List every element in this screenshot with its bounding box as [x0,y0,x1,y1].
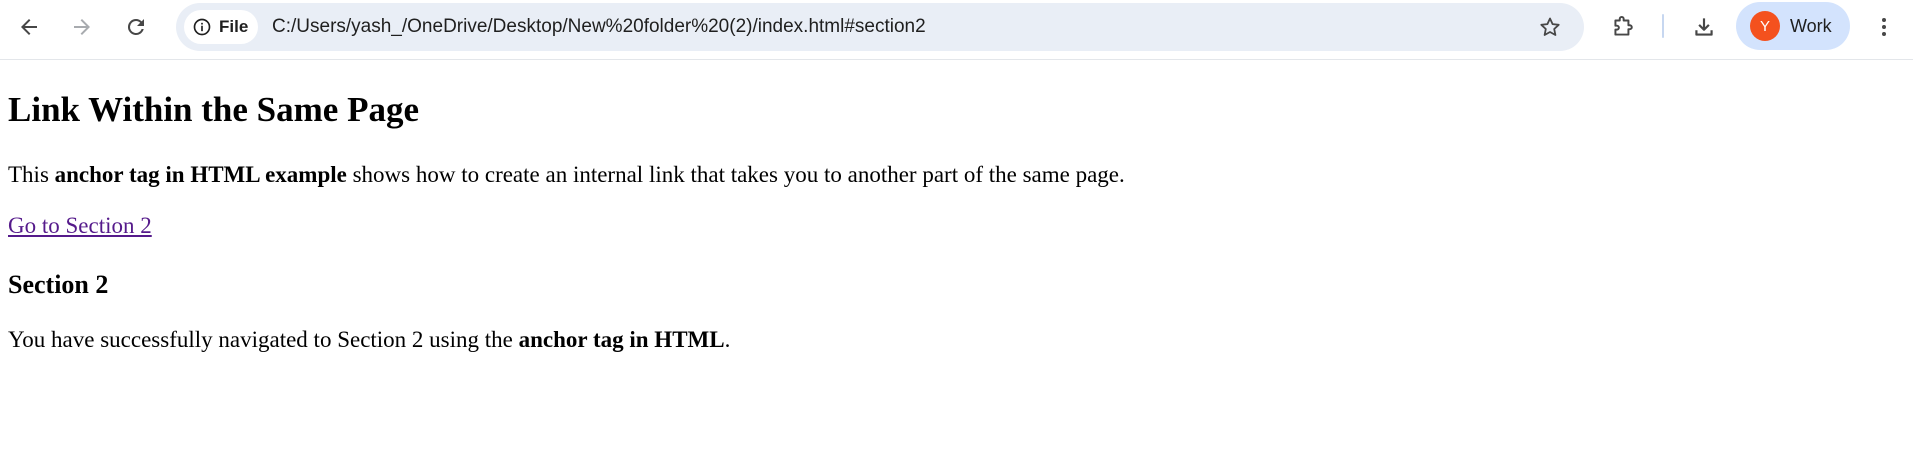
downloads-button[interactable] [1686,9,1722,45]
more-vert-icon [1882,18,1886,36]
link-paragraph: Go to Section 2 [8,213,152,239]
url-text[interactable]: C:/Users/yash_/OneDrive/Desktop/New%20fo… [272,3,926,51]
reload-icon [127,18,144,35]
browser-toolbar: File C:/Users/yash_/OneDrive/Desktop/New… [0,0,1913,60]
profile-label: Work [1790,15,1832,36]
forward-arrow-icon [74,19,90,35]
forward-button[interactable] [64,9,100,45]
profile-button[interactable]: Y Work [1736,2,1850,50]
back-button[interactable] [11,9,47,45]
section-2-paragraph: You have successfully navigated to Secti… [8,327,730,353]
intro-bold: anchor tag in HTML example [54,162,347,187]
site-chip-label: File [219,17,249,36]
back-arrow-icon [21,19,37,35]
section-2-heading: Section 2 [8,270,109,299]
star-icon [1540,17,1560,36]
site-info-chip[interactable]: File [184,10,259,44]
intro-prefix: This [8,162,55,187]
menu-button[interactable] [1866,9,1902,45]
avatar: Y [1750,11,1780,41]
intro-paragraph: This anchor tag in HTML example shows ho… [8,162,1125,188]
extensions-button[interactable] [1605,9,1641,45]
section-text-prefix: You have successfully navigated to Secti… [8,327,519,352]
info-icon [193,18,211,36]
page-title: Link Within the Same Page [8,90,419,129]
bookmark-button[interactable] [1532,9,1568,45]
reload-button[interactable] [118,9,154,45]
section-text-suffix: . [724,327,731,352]
extensions-icon [1614,15,1633,36]
intro-suffix: shows how to create an internal link tha… [346,162,1125,187]
address-bar[interactable]: File C:/Users/yash_/OneDrive/Desktop/New… [176,3,1584,51]
go-to-section-2-link[interactable]: Go to Section 2 [8,213,152,238]
toolbar-divider [1662,14,1664,38]
section-text-bold: anchor tag in HTML [518,327,725,352]
download-icon [1695,18,1713,36]
